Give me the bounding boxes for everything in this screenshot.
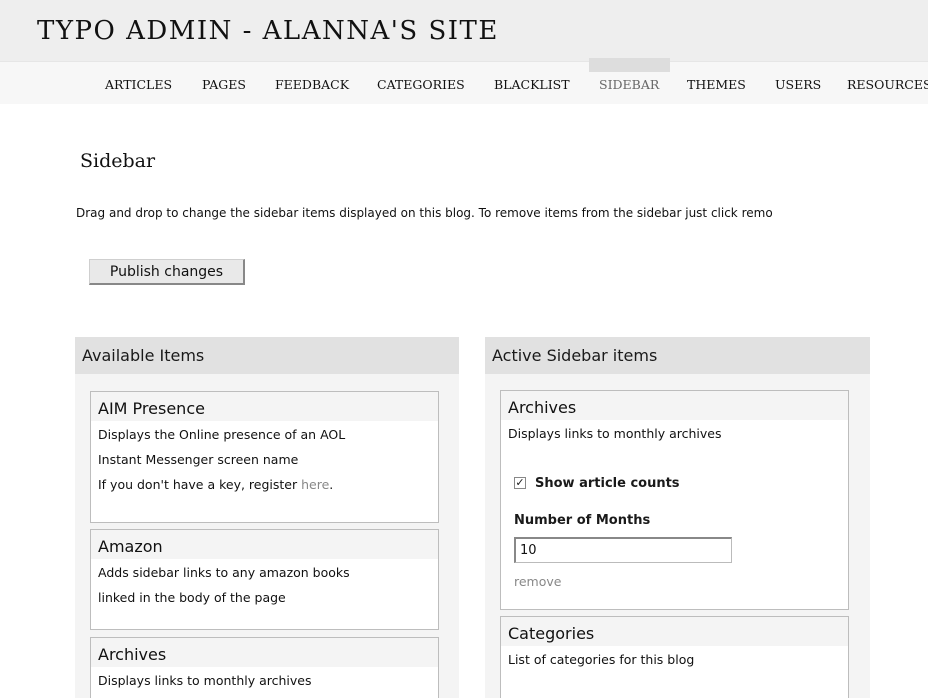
main-nav: ARTICLES PAGES FEEDBACK CATEGORIES BLACK… bbox=[0, 58, 928, 104]
widget-description: List of categories for this blog bbox=[508, 652, 695, 667]
active-sidebar-heading: Active Sidebar items bbox=[485, 337, 870, 374]
widget-archives[interactable]: Archives Displays links to monthly archi… bbox=[90, 637, 439, 698]
site-title: TYPO ADMIN - ALANNA'S SITE bbox=[37, 16, 499, 46]
widget-key-note: If you don't have a key, register here. bbox=[98, 477, 334, 492]
widget-title: Archives bbox=[501, 391, 848, 420]
active-widget-archives[interactable]: Archives Displays links to monthly archi… bbox=[500, 390, 849, 610]
widget-description: linked in the body of the page bbox=[98, 590, 286, 605]
nav-pages[interactable]: PAGES bbox=[202, 62, 246, 104]
widget-title: Categories bbox=[501, 617, 848, 646]
number-of-months-label: Number of Months bbox=[514, 513, 651, 528]
widget-title: AIM Presence bbox=[91, 392, 438, 421]
widget-description: Instant Messenger screen name bbox=[98, 452, 299, 467]
remove-link[interactable]: remove bbox=[514, 574, 561, 589]
checkbox-label: Show article counts bbox=[535, 476, 680, 491]
available-items-panel: Available Items AIM Presence Displays th… bbox=[75, 337, 459, 698]
active-widget-categories[interactable]: Categories List of categories for this b… bbox=[500, 616, 849, 698]
widget-description: Displays the Online presence of an AOL bbox=[98, 427, 346, 442]
widget-title: Archives bbox=[91, 638, 438, 667]
number-of-months-input[interactable] bbox=[514, 537, 732, 563]
page-title: Sidebar bbox=[80, 150, 156, 172]
nav-users[interactable]: USERS bbox=[775, 62, 821, 104]
nav-feedback[interactable]: FEEDBACK bbox=[275, 62, 349, 104]
nav-resources[interactable]: RESOURCES bbox=[847, 62, 928, 104]
nav-themes[interactable]: THEMES bbox=[687, 62, 746, 104]
widget-description: Displays links to monthly archives bbox=[508, 426, 722, 441]
nav-sidebar[interactable]: SIDEBAR bbox=[599, 62, 659, 104]
widget-aim-presence[interactable]: AIM Presence Displays the Online presenc… bbox=[90, 391, 439, 523]
available-items-heading: Available Items bbox=[75, 337, 459, 374]
widget-description: Adds sidebar links to any amazon books bbox=[98, 565, 350, 580]
active-sidebar-panel: Active Sidebar items Archives Displays l… bbox=[485, 337, 870, 698]
register-link[interactable]: here bbox=[301, 477, 329, 492]
intro-text: Drag and drop to change the sidebar item… bbox=[76, 206, 773, 220]
widget-title: Amazon bbox=[91, 530, 438, 559]
show-article-counts-checkbox[interactable]: ✓ bbox=[514, 477, 526, 489]
nav-blacklist[interactable]: BLACKLIST bbox=[494, 62, 570, 104]
nav-categories[interactable]: CATEGORIES bbox=[377, 62, 465, 104]
widget-amazon[interactable]: Amazon Adds sidebar links to any amazon … bbox=[90, 529, 439, 630]
publish-changes-button[interactable]: Publish changes bbox=[89, 259, 245, 285]
show-article-counts-option: ✓ Show article counts bbox=[514, 476, 680, 491]
widget-description: Displays links to monthly archives bbox=[98, 673, 312, 688]
nav-articles[interactable]: ARTICLES bbox=[105, 62, 172, 104]
admin-header: TYPO ADMIN - ALANNA'S SITE ARTICLES PAGE… bbox=[0, 0, 928, 104]
